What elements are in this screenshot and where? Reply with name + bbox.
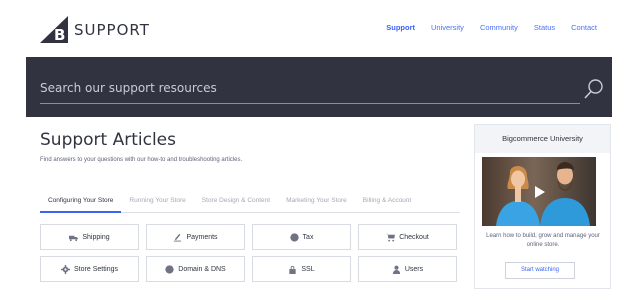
bigcommerce-logo-icon: B: [40, 16, 68, 43]
university-video-thumbnail[interactable]: [482, 157, 596, 226]
category-label: Store Settings: [74, 265, 118, 273]
category-label: Payments: [186, 233, 218, 241]
category-tax-button[interactable]: Tax: [252, 224, 351, 250]
university-panel: Bigcommerce University Learn how to buil…: [474, 124, 611, 289]
site-logo[interactable]: B SUPPORT: [40, 16, 150, 43]
nav-contact[interactable]: Contact: [571, 23, 597, 32]
category-ssl-button[interactable]: SSL: [252, 256, 351, 282]
start-watching-button[interactable]: Start watching: [505, 262, 575, 279]
tab-billing-account[interactable]: Billing & Account: [355, 191, 419, 213]
tab-marketing-your-store[interactable]: Marketing Your Store: [278, 191, 355, 213]
support-articles-section: Support Articles Find answers to your qu…: [40, 130, 460, 163]
page-title: Support Articles: [40, 130, 176, 150]
svg-text:B: B: [54, 26, 65, 43]
category-checkout-button[interactable]: Checkout: [358, 224, 457, 250]
cart-icon: [386, 233, 396, 242]
nav-support[interactable]: Support: [386, 23, 415, 32]
search-underline: [40, 103, 580, 104]
presenter-man-image: [540, 162, 590, 226]
logo-text: SUPPORT: [74, 20, 150, 39]
category-label: Shipping: [82, 233, 110, 241]
tab-configuring-your-store[interactable]: Configuring Your Store: [40, 191, 122, 213]
lock-icon: [289, 265, 297, 274]
tab-store-design-content[interactable]: Store Design & Content: [194, 191, 278, 213]
category-domain-dns-button[interactable]: Domain & DNS: [146, 256, 245, 282]
nav-community[interactable]: Community: [480, 23, 518, 32]
category-label: Domain & DNS: [178, 265, 226, 273]
search-icon[interactable]: [583, 78, 605, 100]
tab-running-your-store[interactable]: Running Your Store: [121, 191, 193, 213]
globe-icon: [165, 264, 174, 274]
university-title: Bigcommerce University: [475, 125, 610, 153]
top-navigation: Support University Community Status Cont…: [386, 23, 597, 32]
category-store-settings-button[interactable]: Store Settings: [40, 256, 139, 282]
site-header: B SUPPORT Support University Community S…: [0, 0, 633, 57]
category-label: Tax: [302, 233, 314, 241]
search-band: [26, 57, 612, 117]
category-label: Users: [404, 265, 424, 273]
nav-status[interactable]: Status: [534, 23, 555, 32]
category-grid: Shipping Payments Tax Checkout Store Set…: [40, 224, 458, 282]
category-label: SSL: [301, 265, 315, 273]
category-payments-button[interactable]: Payments: [146, 224, 245, 250]
category-tabs: Configuring Your Store Running Your Stor…: [40, 191, 460, 213]
nav-university[interactable]: University: [431, 23, 464, 32]
category-label: Checkout: [399, 233, 429, 241]
gear-icon: [61, 264, 71, 274]
users-icon: [392, 265, 400, 274]
play-icon[interactable]: [532, 185, 546, 199]
tax-icon: [289, 232, 299, 242]
truck-icon: [69, 235, 79, 241]
payment-icon: [174, 233, 182, 242]
category-users-button[interactable]: Users: [358, 256, 457, 282]
university-description: Learn how to build, grow and manage your…: [486, 233, 600, 248]
search-input[interactable]: [40, 77, 520, 99]
page-subtitle: Find answers to your questions with our …: [40, 157, 243, 163]
category-shipping-button[interactable]: Shipping: [40, 224, 139, 250]
